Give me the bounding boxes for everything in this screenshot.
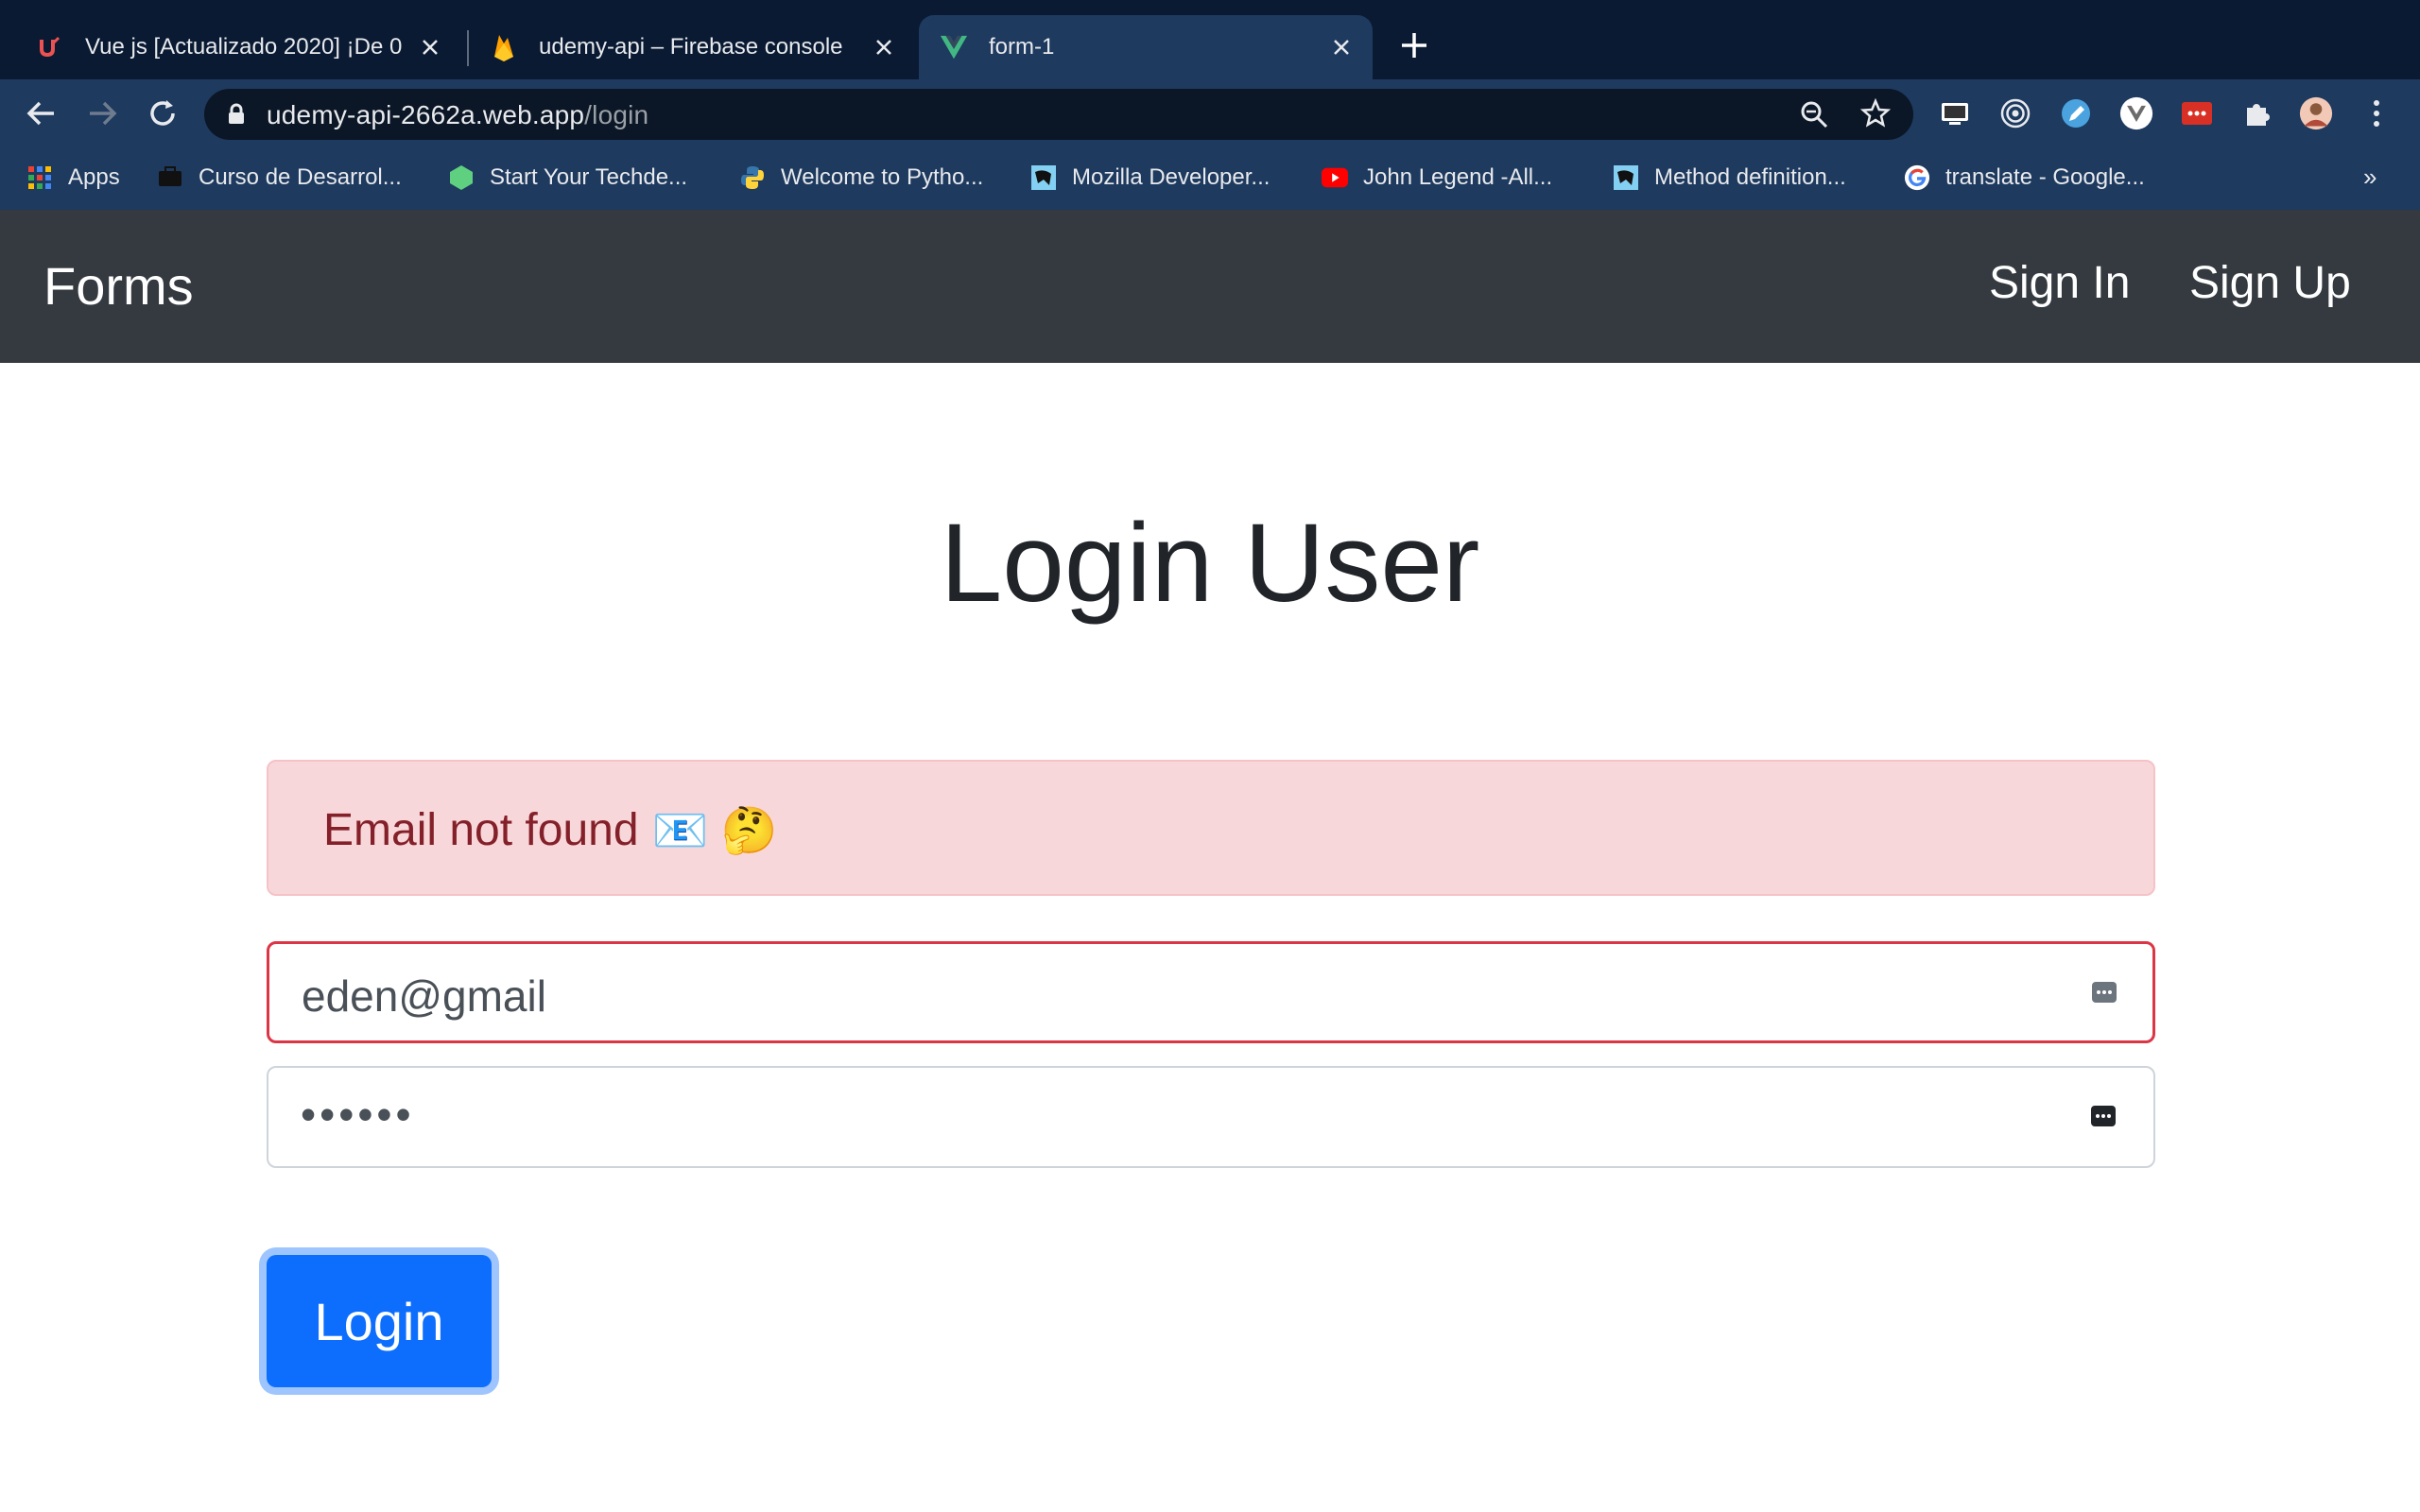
site-navbar: Forms Sign In Sign Up: [0, 210, 2420, 363]
new-tab-icon[interactable]: [1397, 28, 1431, 62]
bookmark-mdn[interactable]: Mozilla Developer...: [1030, 161, 1270, 195]
bookmark-techdegree[interactable]: Start Your Techde...: [448, 161, 687, 195]
bookmark-label: Start Your Techde...: [490, 164, 688, 190]
close-icon[interactable]: [416, 33, 444, 61]
bookmark-star-icon[interactable]: [1859, 97, 1892, 129]
cast-extension-icon[interactable]: [1938, 96, 1972, 130]
bookmark-python[interactable]: Welcome to Pytho...: [739, 161, 983, 195]
bookmark-youtube[interactable]: John Legend -All...: [1322, 161, 1552, 195]
tab-firebase-console[interactable]: udemy-api – Firebase console: [490, 15, 915, 79]
password-field[interactable]: ••••••: [267, 1066, 2155, 1168]
bookmark-label: Mozilla Developer...: [1072, 164, 1270, 190]
page-title: Login User: [940, 501, 1480, 626]
profile-avatar-icon[interactable]: [2299, 96, 2333, 130]
back-icon[interactable]: [23, 94, 60, 132]
firebase-icon: [490, 33, 518, 61]
more-bookmarks-icon[interactable]: »: [2363, 163, 2377, 192]
tab-separator: [467, 30, 469, 66]
reload-icon[interactable]: [144, 94, 182, 132]
target-extension-icon[interactable]: [1998, 96, 2032, 130]
error-alert: Email not found 📧 🤔: [267, 760, 2155, 896]
forward-icon[interactable]: [83, 94, 121, 132]
autofill-key-icon[interactable]: [2090, 978, 2118, 1006]
udemy-icon: [36, 33, 64, 61]
bookmark-label: Welcome to Pytho...: [781, 164, 984, 190]
alert-message: Email not found: [323, 805, 639, 855]
zoom-icon[interactable]: [1800, 100, 1828, 129]
mdn-icon: [1030, 164, 1057, 191]
more-dots-extension-icon[interactable]: [2180, 96, 2214, 130]
address-bar[interactable]: udemy-api-2662a.web.app/login: [204, 89, 1913, 140]
login-button[interactable]: Login: [267, 1255, 492, 1387]
tab-title: form-1: [989, 34, 1055, 60]
pen-extension-icon[interactable]: [2059, 96, 2093, 130]
bookmark-icon: [448, 164, 475, 191]
password-mask: ••••••: [301, 1090, 415, 1139]
url-text: udemy-api-2662a.web.app/login: [267, 100, 648, 130]
nav-sign-in[interactable]: Sign In: [1989, 257, 2130, 309]
tab-strip: Vue js [Actualizado 2020] ¡De 0 udemy-ap…: [0, 0, 2420, 79]
google-icon: [1904, 164, 1930, 191]
bookmark-label: Curso de Desarrol...: [199, 164, 402, 190]
mdn-icon: [1613, 164, 1639, 191]
bookmark-icon: [157, 164, 183, 191]
apps-grid-icon: [26, 164, 53, 191]
bookmark-label: translate - Google...: [1945, 164, 2145, 190]
vue-devtools-icon[interactable]: [2119, 96, 2153, 130]
close-icon[interactable]: [1327, 33, 1356, 61]
browser-menu-icon[interactable]: [2360, 96, 2394, 130]
tab-title: udemy-api – Firebase console: [539, 34, 843, 60]
tab-udemy-course[interactable]: Vue js [Actualizado 2020] ¡De 0: [36, 15, 461, 79]
nav-sign-up[interactable]: Sign Up: [2189, 257, 2351, 309]
alert-emoji: 📧 🤔: [651, 806, 778, 856]
lock-icon: [225, 103, 248, 126]
autofill-key-icon[interactable]: [2089, 1102, 2118, 1130]
bookmark-label: Method definition...: [1654, 164, 1846, 190]
bookmark-apps[interactable]: Apps: [26, 161, 120, 195]
url-host: udemy-api-2662a.web.app: [267, 100, 585, 129]
tab-form-1[interactable]: form-1: [919, 15, 1373, 79]
email-value: eden@gmail: [302, 971, 546, 1021]
navbar-brand[interactable]: Forms: [43, 255, 194, 317]
bookmark-translate[interactable]: translate - Google...: [1904, 161, 2145, 195]
email-field[interactable]: eden@gmail: [267, 941, 2155, 1043]
url-path: /login: [584, 100, 649, 129]
puzzle-extensions-icon[interactable]: [2240, 96, 2274, 130]
bookmark-curso[interactable]: Curso de Desarrol...: [157, 161, 402, 195]
python-icon: [739, 164, 766, 191]
bookmark-label: John Legend -All...: [1363, 164, 1553, 190]
youtube-icon: [1322, 164, 1348, 191]
close-icon[interactable]: [870, 33, 898, 61]
browser-toolbar: udemy-api-2662a.web.app/login: [0, 79, 2420, 147]
bookmarks-bar: Apps Curso de Desarrol... Start Your Tec…: [0, 147, 2420, 210]
tab-title: Vue js [Actualizado 2020] ¡De 0: [85, 34, 403, 60]
bookmark-method-definition[interactable]: Method definition...: [1613, 161, 1846, 195]
vue-icon: [940, 33, 968, 61]
bookmark-label: Apps: [68, 164, 120, 190]
